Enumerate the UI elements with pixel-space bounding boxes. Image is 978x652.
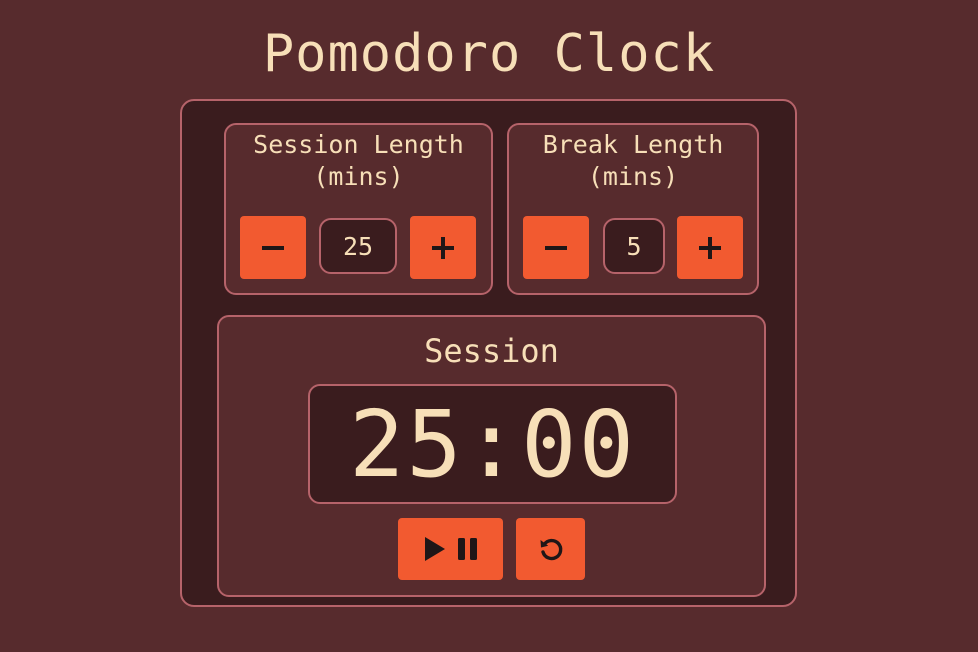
- session-length-label: Session Length (mins): [253, 130, 464, 191]
- minus-icon: [262, 245, 284, 250]
- timer-display: 25:00: [308, 384, 677, 504]
- plus-icon: [699, 236, 721, 259]
- clock-panel: Session Length (mins) 25 Break Length (m…: [180, 99, 797, 607]
- session-length-card: Session Length (mins) 25: [224, 123, 493, 295]
- play-icon: [424, 537, 445, 561]
- break-increment-button[interactable]: [677, 216, 743, 279]
- break-length-label: Break Length (mins): [542, 130, 724, 191]
- reset-button[interactable]: [516, 518, 585, 580]
- session-decrement-button[interactable]: [240, 216, 306, 279]
- session-increment-button[interactable]: [410, 216, 476, 279]
- play-pause-button[interactable]: [398, 518, 503, 580]
- plus-icon: [432, 236, 454, 259]
- break-length-card: Break Length (mins) 5: [507, 123, 759, 295]
- session-length-value: 25: [319, 218, 397, 274]
- break-length-value: 5: [603, 218, 665, 274]
- pause-icon: [457, 538, 477, 560]
- break-decrement-button[interactable]: [523, 216, 589, 279]
- timer-label: Session: [424, 332, 559, 370]
- reset-icon: [540, 538, 562, 561]
- minus-icon: [545, 245, 567, 250]
- timer-card: Session 25:00: [217, 315, 766, 597]
- page-title: Pomodoro Clock: [262, 24, 716, 84]
